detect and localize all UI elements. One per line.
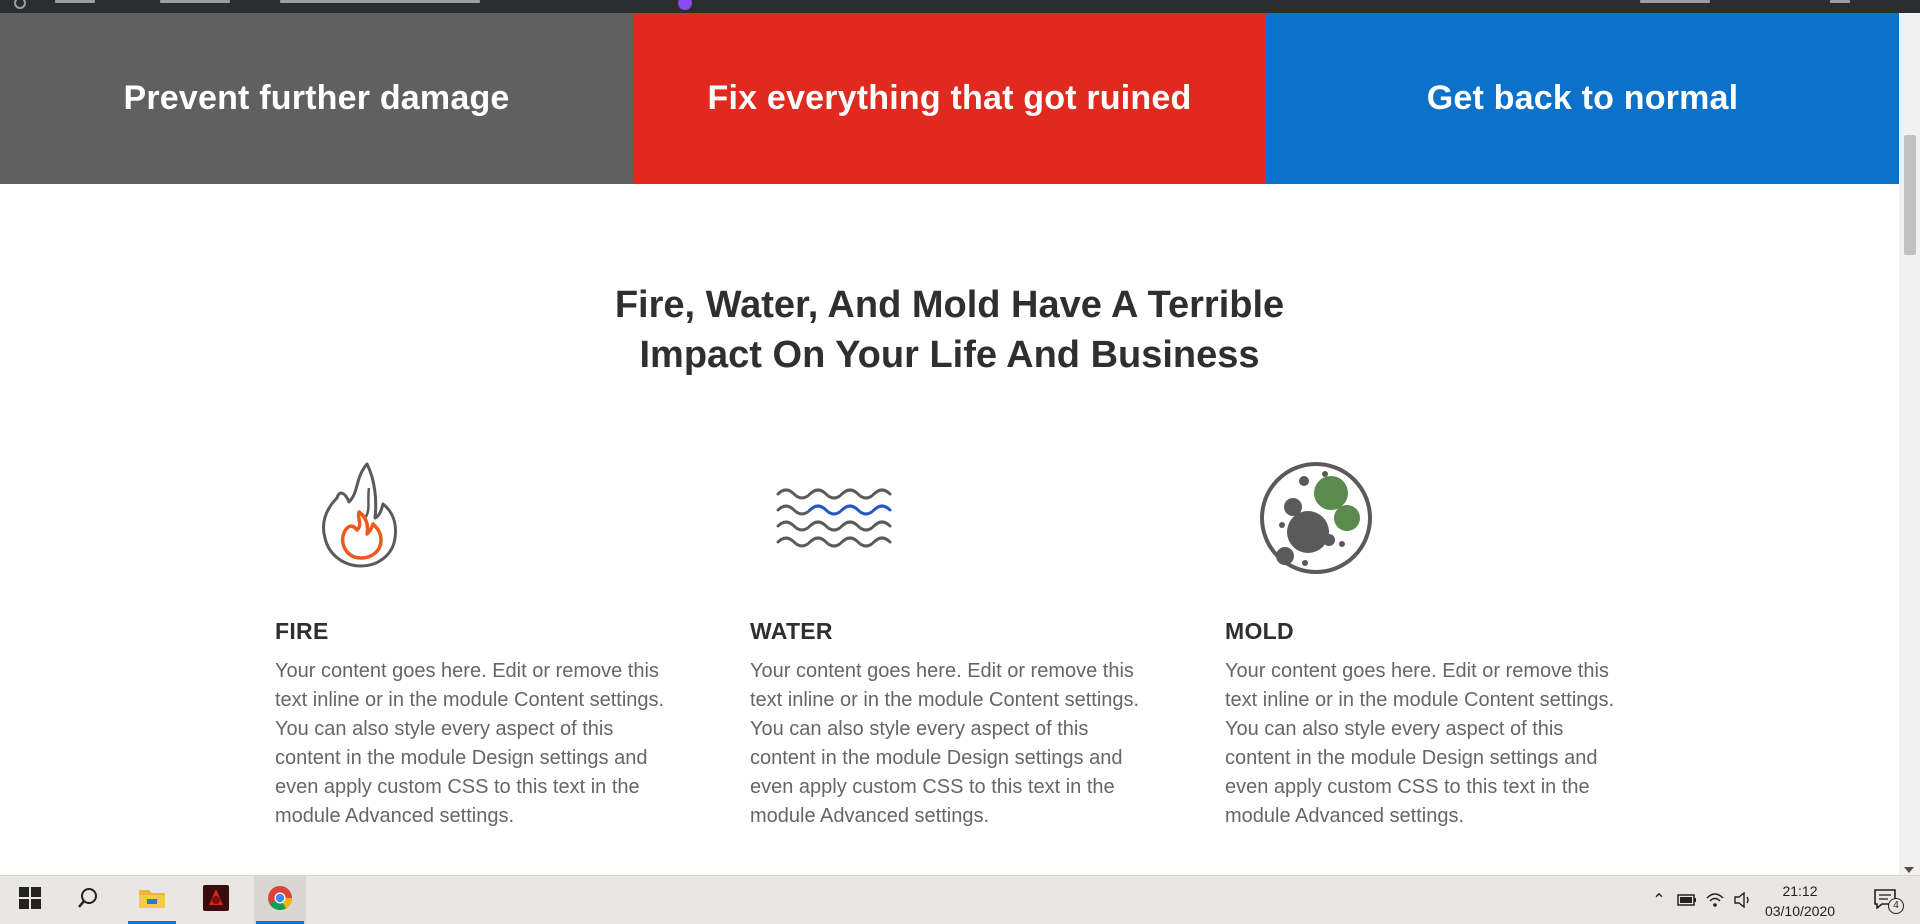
- web-page: Prevent further damage Fix everything th…: [0, 13, 1899, 875]
- wifi-icon[interactable]: [1701, 892, 1729, 908]
- file-explorer-icon: [138, 886, 166, 915]
- page-scrollbar[interactable]: [1899, 13, 1920, 875]
- windows-icon: [19, 886, 41, 914]
- system-tray: ⌃: [1645, 876, 1757, 924]
- water-icon: [772, 458, 900, 586]
- banner-label: Prevent further damage: [123, 79, 510, 117]
- section-heading: Fire, Water, And Mold Have A Terrible Im…: [0, 280, 1899, 380]
- taskbar-app[interactable]: [190, 876, 242, 924]
- banner: Prevent further damage Fix everything th…: [0, 13, 1899, 184]
- chevron-up-icon[interactable]: ⌃: [1645, 890, 1673, 910]
- volume-icon[interactable]: [1729, 892, 1757, 908]
- bookmark-fragment[interactable]: [55, 0, 95, 3]
- bookmark-fragment[interactable]: [1830, 0, 1850, 3]
- app-icon: [203, 884, 229, 916]
- taskbar-chrome[interactable]: [254, 876, 306, 924]
- feature-title: MOLD: [1225, 618, 1294, 644]
- browser-top-strip: [0, 0, 1920, 13]
- bookmark-fragment[interactable]: [280, 0, 480, 3]
- taskbar-search-button[interactable]: [62, 876, 114, 924]
- extension-icon[interactable]: [678, 0, 692, 10]
- fire-icon: [297, 458, 425, 586]
- feature-body: Your content goes here. Edit or remove t…: [275, 660, 665, 827]
- search-icon: [77, 887, 99, 914]
- banner-back-to-normal: Get back to normal: [1266, 13, 1899, 184]
- feature-body: Your content goes here. Edit or remove t…: [1225, 660, 1615, 827]
- action-center-button[interactable]: 4: [1862, 876, 1910, 924]
- clock-time: 21:12: [1782, 883, 1818, 899]
- feature-title: FIRE: [275, 618, 329, 644]
- mold-icon: [1247, 458, 1375, 586]
- taskbar-file-explorer[interactable]: [126, 876, 178, 924]
- notification-badge: 4: [1888, 898, 1904, 914]
- banner-prevent-damage: Prevent further damage: [0, 13, 633, 184]
- chrome-icon: [267, 885, 293, 916]
- browser-icon: [14, 0, 26, 9]
- battery-icon[interactable]: [1673, 894, 1701, 906]
- banner-label: Fix everything that got ruined: [707, 79, 1192, 117]
- feature-title: WATER: [750, 618, 833, 644]
- banner-label: Get back to normal: [1426, 79, 1739, 117]
- banner-fix-ruined: Fix everything that got ruined: [633, 13, 1266, 184]
- notification-icon: 4: [1874, 889, 1904, 914]
- section-heading-line2: Impact On Your Life And Business: [639, 334, 1260, 376]
- taskbar-clock[interactable]: 21:12 03/10/2020: [1762, 881, 1838, 921]
- section-heading-line1: Fire, Water, And Mold Have A Terrible: [614, 284, 1285, 326]
- bookmark-fragment[interactable]: [160, 0, 230, 3]
- bookmark-fragment[interactable]: [1640, 0, 1710, 3]
- scrollbar-thumb[interactable]: [1904, 135, 1916, 255]
- clock-date: 03/10/2020: [1764, 903, 1836, 919]
- feature-body: Your content goes here. Edit or remove t…: [750, 660, 1140, 827]
- taskbar: ⌃ 21:12 03/10/2020 4: [0, 875, 1920, 924]
- start-button[interactable]: [4, 876, 56, 924]
- scroll-down-arrow-icon[interactable]: [1904, 867, 1914, 873]
